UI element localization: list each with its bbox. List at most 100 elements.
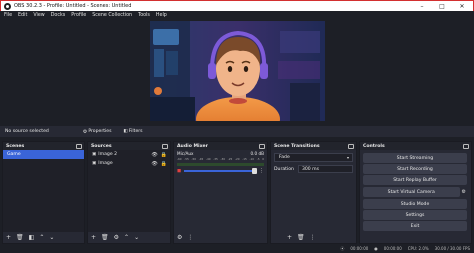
kebab-menu-icon[interactable]: ⋮: [310, 234, 316, 241]
move-down-icon[interactable]: ⌄: [134, 234, 139, 241]
sources-title: Sources: [91, 143, 112, 149]
menu-file[interactable]: File: [4, 13, 12, 18]
undock-icon[interactable]: [259, 143, 265, 149]
fps-readout: 30.00 / 30.00 FPS: [434, 246, 470, 251]
gear-icon: ⚙: [82, 128, 88, 135]
sources-header: Sources: [88, 142, 170, 150]
menu-bar: File Edit View Docks Profile Scene Colle…: [0, 11, 474, 19]
recording-time: 00:00:00: [383, 246, 402, 251]
scene-item-game[interactable]: Game: [3, 150, 84, 159]
window-title: OBS 30.2.3 - Profile: Untitled - Scenes:…: [14, 3, 132, 9]
trash-icon[interactable]: 🗑: [16, 234, 24, 241]
channel-name: Mic/Aux: [177, 151, 194, 156]
menu-profile[interactable]: Profile: [71, 13, 86, 18]
lock-icon[interactable]: 🔒: [161, 152, 167, 158]
undock-icon[interactable]: [348, 143, 354, 149]
add-icon[interactable]: +: [6, 234, 11, 241]
meter-tick: -45: [198, 157, 204, 161]
gear-icon[interactable]: ⚙: [177, 234, 182, 241]
scenes-toolbar: + 🗑 ◧ ⌃ ⌄: [3, 232, 84, 243]
duration-input[interactable]: 300 ms: [297, 165, 353, 173]
channel-level: 0.0 dB: [250, 151, 264, 156]
mixer-channels: Mic/Aux 0.0 dB -60 -55 -50 -45 -40 -35 -…: [174, 150, 267, 232]
streaming-icon: ⦿: [340, 245, 345, 251]
streaming-time: 00:00:00: [350, 246, 369, 251]
eye-icon[interactable]: 👁: [151, 161, 157, 167]
source-info-bar: No source selected ⚙ Properties ◧ Filter…: [0, 126, 474, 137]
trash-icon[interactable]: 🗑: [297, 234, 305, 241]
scenes-title: Scenes: [6, 143, 25, 149]
virtual-camera-row: Start Virtual Camera ⚙: [360, 186, 471, 198]
move-down-icon[interactable]: ⌄: [49, 234, 54, 241]
chevron-down-icon: ▾: [346, 155, 349, 160]
menu-scene-collection[interactable]: Scene Collection: [92, 13, 132, 18]
scene-transitions-panel: Scene Transitions Fade ▾ Duration 300 ms…: [270, 141, 357, 244]
meter-tick: -60: [177, 157, 182, 161]
scene-transitions-header: Scene Transitions: [271, 142, 356, 150]
exit-button[interactable]: Exit: [363, 221, 467, 231]
duration-row: Duration 300 ms: [274, 165, 353, 173]
source-label: Image 2: [98, 152, 118, 157]
sources-panel: Sources ▣ Image 2 👁 🔒 ▣ Image 👁 🔒 + 🗑 ⚙ …: [87, 141, 171, 244]
scenes-list: Game: [3, 150, 84, 232]
eye-icon[interactable]: 👁: [151, 152, 157, 158]
move-up-icon[interactable]: ⌃: [124, 234, 129, 241]
muted-speaker-icon[interactable]: ◼: [177, 168, 181, 174]
controls-title: Controls: [363, 143, 385, 149]
meter-tick: -40: [206, 157, 211, 161]
meter-tick: -30: [220, 157, 226, 161]
undock-icon[interactable]: [76, 143, 82, 149]
transitions-toolbar: + 🗑 ⋮: [271, 232, 356, 243]
filter-icon[interactable]: ◧: [29, 234, 35, 241]
transition-type-select[interactable]: Fade ▾: [274, 153, 353, 162]
trash-icon[interactable]: 🗑: [101, 234, 109, 241]
scenes-panel: Scenes Game + 🗑 ◧ ⌃ ⌄: [2, 141, 85, 244]
audio-mixer-panel: Audio Mixer Mic/Aux 0.0 dB -60 -55 -50 -…: [173, 141, 268, 244]
source-item[interactable]: ▣ Image 👁 🔒: [88, 159, 170, 168]
duration-value: 300 ms: [301, 166, 320, 172]
volume-slider[interactable]: [184, 168, 257, 174]
settings-button[interactable]: Settings: [363, 210, 467, 220]
obs-logo-icon: [4, 2, 11, 10]
filters-button[interactable]: Filters: [129, 129, 143, 134]
menu-help[interactable]: Help: [156, 13, 167, 18]
properties-button[interactable]: Properties: [88, 129, 111, 134]
source-item[interactable]: ▣ Image 2 👁 🔒: [88, 150, 170, 159]
lock-icon[interactable]: 🔒: [161, 161, 167, 167]
image-icon: ▣: [92, 152, 97, 157]
add-icon[interactable]: +: [287, 234, 292, 241]
add-icon[interactable]: +: [91, 234, 96, 241]
move-up-icon[interactable]: ⌃: [39, 234, 44, 241]
start-virtual-camera-button[interactable]: Start Virtual Camera: [363, 187, 460, 197]
studio-mode-button[interactable]: Studio Mode: [363, 199, 467, 209]
start-streaming-button[interactable]: Start Streaming: [363, 153, 467, 163]
meter-scale: -60 -55 -50 -45 -40 -35 -30 -25 -20 -15 …: [174, 156, 267, 162]
close-button[interactable]: ✕: [453, 1, 471, 11]
undock-icon[interactable]: [162, 143, 168, 149]
gear-icon[interactable]: ⚙: [114, 234, 119, 241]
menu-tools[interactable]: Tools: [138, 13, 150, 18]
meter-tick: -25: [227, 157, 233, 161]
minimize-button[interactable]: –: [413, 1, 431, 11]
meter-tick: -55: [184, 157, 189, 161]
meter-tick: -20: [235, 157, 240, 161]
gear-icon[interactable]: ⚙: [462, 189, 466, 195]
audio-mixer-header: Audio Mixer: [174, 142, 267, 150]
source-label: Image: [98, 161, 113, 166]
sources-list: ▣ Image 2 👁 🔒 ▣ Image 👁 🔒: [88, 150, 170, 232]
menu-docks[interactable]: Docks: [51, 13, 66, 18]
scene-transitions-title: Scene Transitions: [274, 143, 320, 149]
volume-slider-handle[interactable]: [252, 168, 257, 174]
scenes-header: Scenes: [3, 142, 84, 150]
duration-label: Duration: [274, 166, 294, 172]
preview-canvas[interactable]: [150, 21, 325, 121]
menu-edit[interactable]: Edit: [18, 13, 27, 18]
undock-icon[interactable]: [463, 143, 469, 149]
kebab-menu-icon[interactable]: ⋮: [259, 168, 264, 174]
menu-view[interactable]: View: [33, 13, 44, 18]
kebab-menu-icon[interactable]: ⋮: [187, 234, 193, 241]
start-recording-button[interactable]: Start Recording: [363, 164, 467, 174]
start-replay-buffer-button[interactable]: Start Replay Buffer: [363, 175, 467, 185]
maximize-button[interactable]: □: [433, 1, 451, 11]
controls-buttons: Start Streaming Start Recording Start Re…: [360, 150, 471, 231]
